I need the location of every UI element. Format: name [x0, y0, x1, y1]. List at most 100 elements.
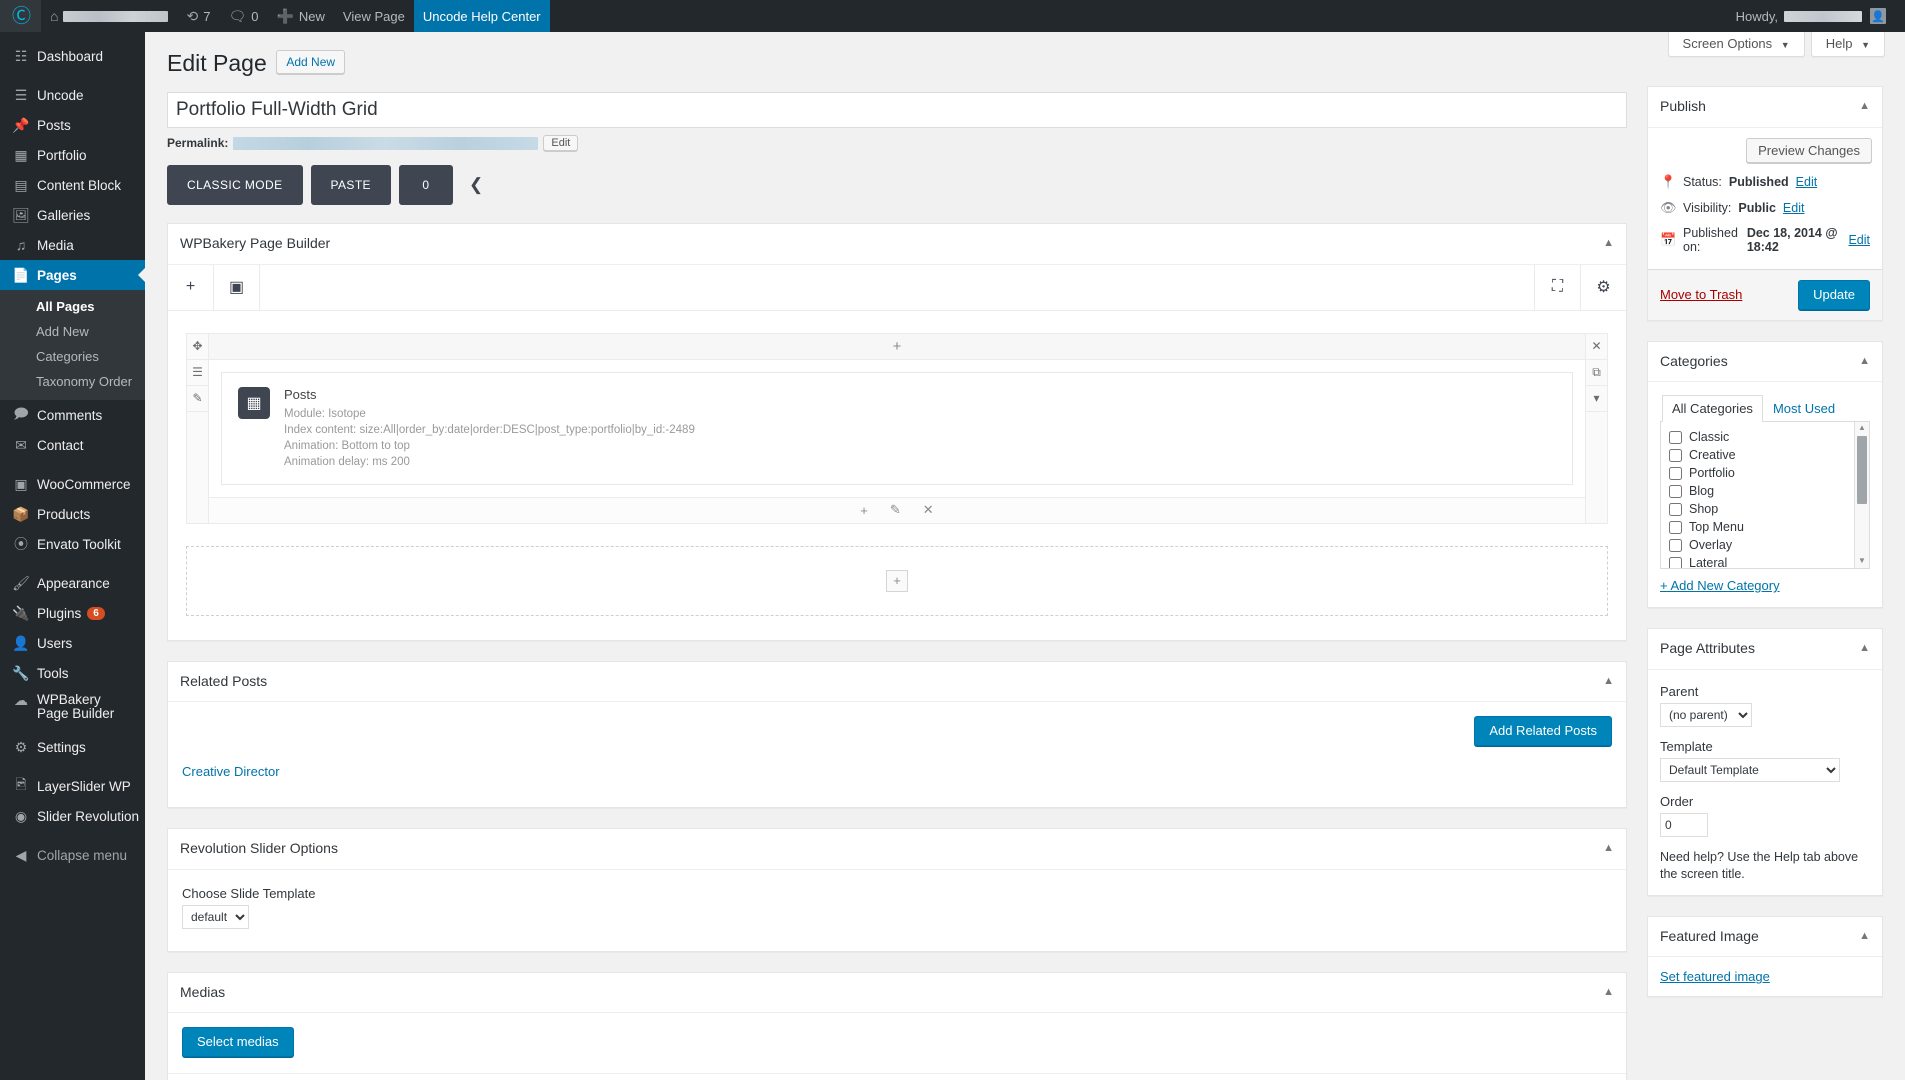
wpbakery-metabox-header[interactable]: WPBakery Page Builder ▲: [168, 224, 1626, 265]
update-button[interactable]: Update: [1798, 279, 1870, 310]
chevron-up-icon[interactable]: ▲: [1603, 674, 1614, 689]
sidebar-item-galleries[interactable]: 🖼 Galleries: [0, 200, 145, 230]
screen-options-button[interactable]: Screen Options ▼: [1667, 32, 1805, 57]
visibility-edit-link[interactable]: Edit: [1783, 201, 1805, 215]
sidebar-item-wpbakery-page-builder[interactable]: ☁ WPBakery Page Builder: [0, 688, 145, 732]
sidebar-item-envato-toolkit[interactable]: ⦿ Envato Toolkit: [0, 529, 145, 559]
move-to-trash-link[interactable]: Move to Trash: [1660, 287, 1742, 302]
chevron-left-icon[interactable]: ❮: [461, 175, 491, 195]
edit-icon[interactable]: ✎: [187, 386, 208, 412]
sidebar-item-contact[interactable]: ✉ Contact: [0, 430, 145, 460]
chevron-up-icon[interactable]: ▲: [1859, 929, 1870, 944]
sidebar-item-woocommerce[interactable]: ▣ WooCommerce: [0, 469, 145, 499]
sidebar-item-portfolio[interactable]: ▦ Portfolio: [0, 140, 145, 170]
sidebar-item-taxonomy-order[interactable]: Taxonomy Order: [0, 369, 145, 394]
classic-mode-button[interactable]: CLASSIC MODE: [167, 165, 303, 205]
sidebar-item-layerslider-wp[interactable]: 🖻 LayerSlider WP: [0, 771, 145, 801]
status-edit-link[interactable]: Edit: [1796, 175, 1818, 189]
sidebar-item-users[interactable]: 👤 Users: [0, 628, 145, 658]
category-checkbox[interactable]: [1669, 484, 1682, 498]
category-checkbox[interactable]: [1669, 466, 1682, 480]
slide-template-select[interactable]: default: [182, 904, 249, 929]
medias-header[interactable]: Medias ▲: [168, 973, 1626, 1014]
category-item[interactable]: Blog: [1669, 482, 1869, 500]
comments-menu[interactable]: 🗨 0: [219, 0, 267, 32]
publish-header[interactable]: Publish ▲: [1648, 87, 1882, 128]
select-medias-button[interactable]: Select medias: [182, 1027, 294, 1058]
category-item[interactable]: Creative: [1669, 446, 1869, 464]
sidebar-item-content-block[interactable]: ▤ Content Block: [0, 170, 145, 200]
post-title-input[interactable]: [167, 92, 1627, 128]
sidebar-item-posts[interactable]: 📌 Posts: [0, 110, 145, 140]
scrollbar-thumb[interactable]: [1857, 436, 1867, 505]
builder-element-posts[interactable]: ▦ Posts Module: Isotope Index content: s…: [221, 371, 1573, 485]
close-icon[interactable]: ✕: [923, 502, 934, 518]
paste-button[interactable]: PASTE: [310, 165, 391, 205]
sidebar-item-collapse-menu[interactable]: ◀ Collapse menu: [0, 840, 145, 870]
updates-menu[interactable]: ⟲ 7: [177, 0, 219, 32]
add-element-button[interactable]: +: [168, 264, 214, 310]
sidebar-item-all-pages[interactable]: All Pages: [0, 294, 145, 319]
sidebar-item-products[interactable]: 📦 Products: [0, 499, 145, 529]
category-checkbox[interactable]: [1669, 448, 1682, 462]
revslider-header[interactable]: Revolution Slider Options ▲: [168, 829, 1626, 870]
category-item[interactable]: Portfolio: [1669, 464, 1869, 482]
plus-icon[interactable]: +: [860, 503, 868, 518]
site-name-menu[interactable]: ⌂: [41, 0, 177, 32]
tab-all-categories[interactable]: All Categories: [1662, 395, 1763, 423]
sidebar-item-slider-revolution[interactable]: ◉ Slider Revolution: [0, 801, 145, 831]
published-edit-link[interactable]: Edit: [1848, 233, 1870, 247]
sidebar-item-add-new[interactable]: Add New: [0, 319, 145, 344]
help-button[interactable]: Help ▼: [1810, 32, 1885, 57]
preview-changes-button[interactable]: Preview Changes: [1746, 137, 1872, 163]
sidebar-item-appearance[interactable]: 🖌 Appearance: [0, 568, 145, 598]
add-row-button[interactable]: +: [886, 569, 908, 592]
sidebar-item-media[interactable]: ♫ Media: [0, 230, 145, 260]
close-icon[interactable]: ✕: [1586, 334, 1607, 360]
chevron-up-icon[interactable]: ▲: [1859, 641, 1870, 656]
sidebar-item-dashboard[interactable]: ☷ Dashboard: [0, 41, 145, 71]
related-posts-header[interactable]: Related Posts ▲: [168, 662, 1626, 703]
category-item[interactable]: Overlay: [1669, 536, 1869, 554]
sidebar-item-uncode[interactable]: ☰ Uncode: [0, 80, 145, 110]
category-checkbox[interactable]: [1669, 556, 1682, 569]
edit-icon[interactable]: ✎: [890, 502, 901, 518]
chevron-up-icon[interactable]: ▲: [1603, 985, 1614, 1000]
category-item[interactable]: Top Menu: [1669, 518, 1869, 536]
add-new-category-link[interactable]: + Add New Category: [1660, 569, 1870, 595]
new-content-menu[interactable]: ➕ New: [267, 0, 333, 32]
sidebar-item-pages[interactable]: 📄 Pages: [0, 260, 145, 290]
category-checkbox[interactable]: [1669, 502, 1682, 516]
set-featured-image-link[interactable]: Set featured image: [1660, 969, 1770, 984]
move-icon[interactable]: ✥: [187, 334, 208, 360]
add-new-button[interactable]: Add New: [276, 50, 346, 74]
fullscreen-button[interactable]: ⛶: [1534, 264, 1580, 310]
chevron-up-icon[interactable]: ▲: [1859, 354, 1870, 369]
sidebar-item-plugins[interactable]: 🔌 Plugins 6: [0, 598, 145, 628]
chevron-up-icon[interactable]: ▲: [1603, 236, 1614, 251]
category-checkbox[interactable]: [1669, 538, 1682, 552]
category-item[interactable]: Shop: [1669, 500, 1869, 518]
related-post-item[interactable]: Creative Director: [182, 764, 280, 779]
my-account-menu[interactable]: Howdy, 👤: [1727, 0, 1895, 32]
category-item[interactable]: Classic: [1669, 428, 1869, 446]
columns-icon[interactable]: ☰: [187, 360, 208, 386]
chevron-down-icon[interactable]: ▾: [1586, 386, 1607, 412]
sidebar-item-tools[interactable]: 🔧 Tools: [0, 658, 145, 688]
category-checkbox[interactable]: [1669, 430, 1682, 444]
add-related-posts-button[interactable]: Add Related Posts: [1474, 716, 1612, 747]
builder-settings-button[interactable]: ⚙: [1580, 264, 1626, 310]
categories-header[interactable]: Categories ▲: [1648, 342, 1882, 383]
sidebar-item-categories[interactable]: Categories: [0, 344, 145, 369]
add-template-button[interactable]: ▣: [214, 264, 260, 310]
chevron-up-icon[interactable]: ▲: [1603, 841, 1614, 856]
chevron-up-icon[interactable]: ▲: [1855, 422, 1869, 434]
page-attributes-header[interactable]: Page Attributes ▲: [1648, 629, 1882, 670]
permalink-edit-button[interactable]: Edit: [543, 135, 579, 151]
tab-most-used[interactable]: Most Used: [1763, 395, 1845, 422]
featured-image-header[interactable]: Featured Image ▲: [1648, 917, 1882, 958]
clipboard-counter-button[interactable]: 0: [398, 165, 453, 205]
add-row-above-button[interactable]: +: [209, 333, 1585, 360]
categories-scrollbar[interactable]: ▲ ▼: [1854, 422, 1869, 569]
sidebar-item-settings[interactable]: ⚙ Settings: [0, 732, 145, 762]
